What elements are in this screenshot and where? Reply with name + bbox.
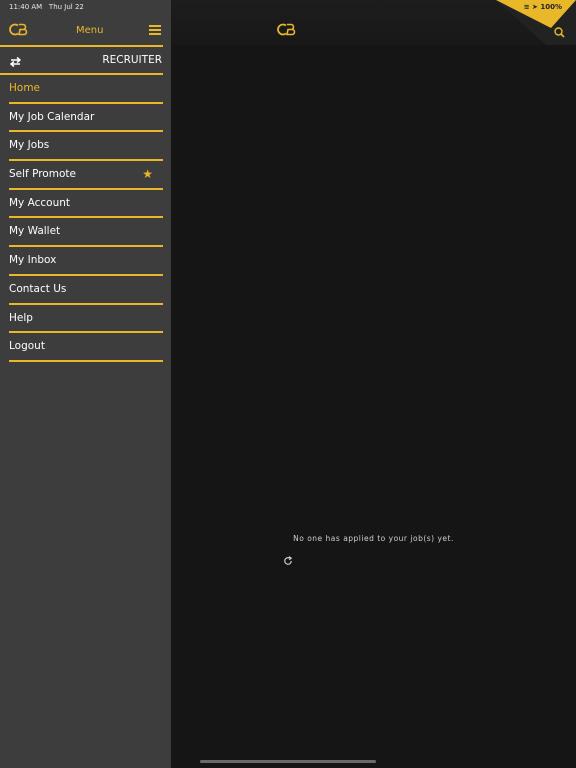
search-icon[interactable] <box>554 23 565 42</box>
nav-item-label: Home <box>9 82 41 94</box>
nav-item-label: My Wallet <box>9 225 61 238</box>
nav-item-my-job-calendar[interactable]: My Job Calendar <box>9 104 163 133</box>
swap-arrows-icon <box>9 53 22 72</box>
side-menu: Menu RECRUITER Home My Job Calendar My J… <box>0 0 171 768</box>
switch-role-button[interactable]: RECRUITER <box>0 48 171 74</box>
nav-item-label: Self Promote <box>9 168 76 181</box>
nav-item-label: Contact Us <box>9 282 67 295</box>
empty-state-message: No one has applied to your job(s) yet. <box>293 534 454 543</box>
nav-item-my-jobs[interactable]: My Jobs <box>9 132 163 162</box>
menu-header: Menu <box>0 20 171 40</box>
nav-item-my-inbox[interactable]: My Inbox <box>9 247 163 276</box>
nav-item-label: Help <box>9 311 33 324</box>
header-logo-icon <box>277 22 299 41</box>
nav-item-label: My Job Calendar <box>9 110 95 123</box>
main-content: No one has applied to your job(s) yet. <box>171 0 576 768</box>
nav-item-label: My Account <box>9 196 71 209</box>
refresh-icon[interactable] <box>283 551 293 570</box>
nav-item-home[interactable]: Home <box>9 75 163 104</box>
nav-item-label: My Jobs <box>9 139 50 152</box>
role-label: RECRUITER <box>102 54 162 66</box>
nav-item-help[interactable]: Help <box>9 305 163 334</box>
nav-item-label: My Inbox <box>9 254 57 267</box>
nav-menu: Home My Job Calendar My Jobs Self Promot… <box>9 75 163 362</box>
nav-item-logout[interactable]: Logout <box>9 333 163 362</box>
home-indicator[interactable] <box>200 760 376 763</box>
nav-item-self-promote[interactable]: Self Promote ★ <box>9 161 163 190</box>
top-bar <box>171 0 576 45</box>
nav-item-label: Logout <box>9 340 45 353</box>
nav-item-contact-us[interactable]: Contact Us <box>9 276 163 305</box>
menu-title: Menu <box>76 25 104 36</box>
nav-item-my-account[interactable]: My Account <box>9 190 163 219</box>
hamburger-icon[interactable] <box>149 25 161 35</box>
star-icon: ★ <box>142 167 153 182</box>
nav-item-my-wallet[interactable]: My Wallet <box>9 218 163 248</box>
divider <box>0 45 163 47</box>
